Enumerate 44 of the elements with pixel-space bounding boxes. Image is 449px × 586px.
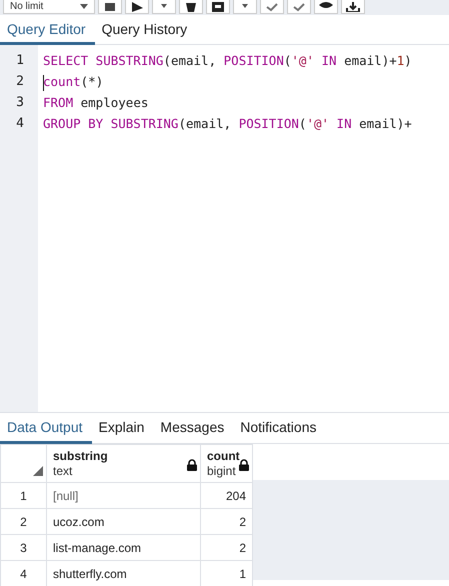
line-number: 2 [15,73,25,91]
row-number: 4 [0,560,46,586]
row-number: 3 [0,534,46,560]
play-icon [129,2,145,12]
toolbar-button[interactable] [98,0,122,14]
tab[interactable]: Query History [94,15,196,45]
line-number: 1 [15,52,25,70]
toolbar-button[interactable] [206,0,230,14]
column-name: count [207,449,240,463]
table-cell: ucoz.com [46,508,200,534]
limit-dropdown[interactable]: No limit [3,0,95,14]
toolbar-button[interactable] [314,0,338,14]
table-cell: list-manage.com [46,534,200,560]
toolbar-button[interactable] [341,0,365,14]
column-type: bigint [207,464,236,478]
row-number: 1 [0,482,46,508]
tab[interactable]: Data Output [0,413,92,444]
code-line: SELECT SUBSTRING(email, POSITION('@' IN email)+1) [43,52,413,70]
code-line: FROM employees [43,94,150,112]
toolbar-button[interactable] [179,0,203,14]
tab[interactable]: Messages [153,413,234,444]
line-number: 4 [15,115,25,133]
caret-icon [80,4,88,9]
stop-icon [102,2,118,12]
line-number: 3 [15,94,25,112]
save-icon [210,2,226,12]
trash-icon [183,2,199,12]
column-name: substring [53,449,108,463]
lock-icon [239,459,249,471]
tab[interactable]: Explain [92,413,154,444]
table-cell: [null] [46,482,200,508]
column-type: text [53,464,72,478]
download-icon [345,2,361,12]
check-icon [264,2,280,12]
toolbar-button[interactable] [125,0,149,14]
tab[interactable]: Notifications [233,413,326,444]
row-number: 2 [0,508,46,534]
lock-icon [187,459,197,471]
toolbar-button[interactable] [233,0,257,14]
check-icon [291,2,307,12]
code-line: GROUP BY SUBSTRING(email, POSITION('@' IN email)+ [43,115,413,133]
toolbar-button[interactable] [152,0,176,14]
code-line: count(*) [43,73,104,92]
corner-triangle-icon [33,466,43,476]
